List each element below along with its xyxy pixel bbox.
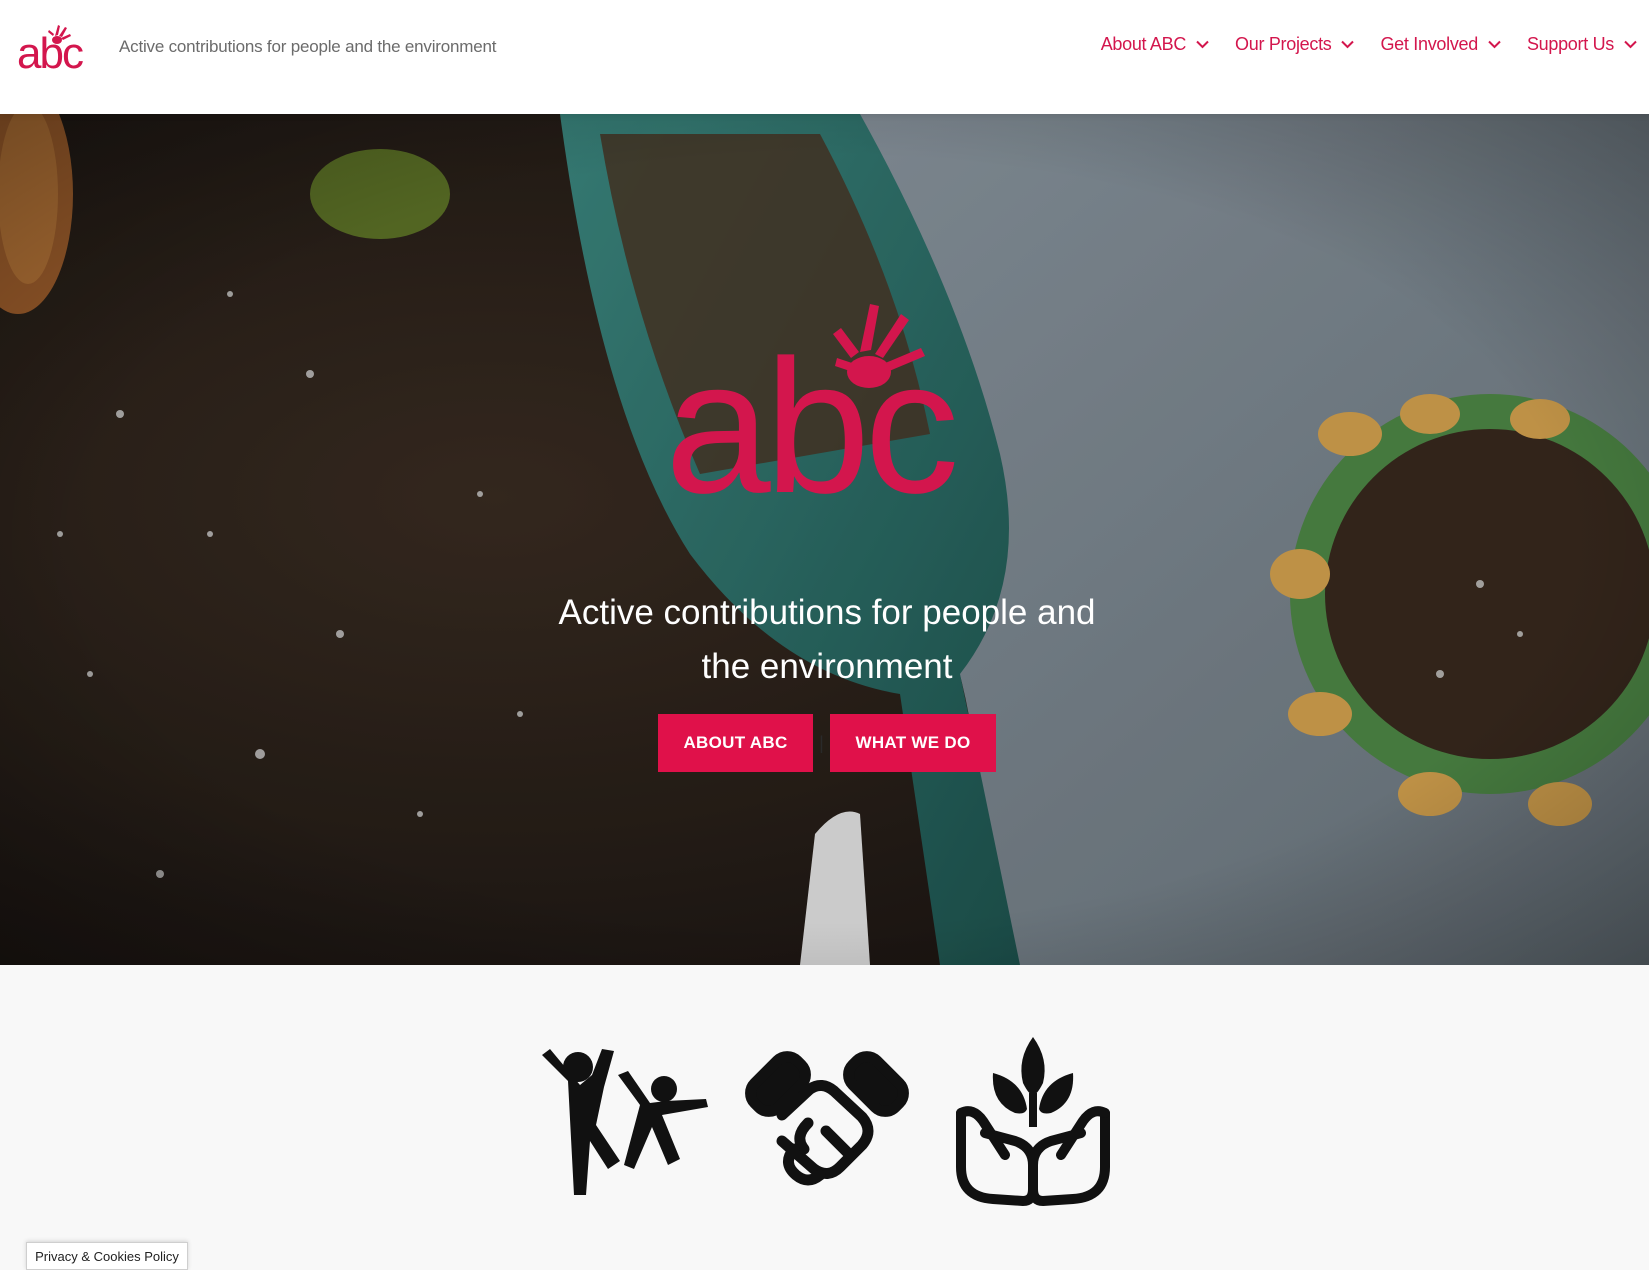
handshake-icon [745, 1051, 909, 1186]
hero-heading: Active contributions for people and the … [524, 586, 1130, 694]
nav-support-us[interactable]: Support Us [1527, 34, 1637, 55]
nav-label: Support Us [1526, 34, 1614, 54]
hero-buttons: About ABC | What we do [658, 714, 996, 772]
hero-section: abc Active contributions for people and … [0, 114, 1649, 965]
features-section [0, 965, 1649, 1270]
hero-background-image [0, 114, 1649, 965]
people-helping-icon [542, 1049, 708, 1195]
site-header: abc Active contributions for people and … [0, 0, 1649, 114]
hero-heading-line1: Active contributions for people and [558, 593, 1096, 632]
abc-logo[interactable]: abc [17, 22, 89, 72]
site-tagline: Active contributions for people and the … [119, 37, 497, 56]
chevron-down-icon [1488, 40, 1501, 49]
chevron-down-icon [1196, 40, 1209, 49]
nav-about-abc[interactable]: About ABC [1101, 34, 1209, 55]
privacy-cookies-link[interactable]: Privacy & Cookies Policy [26, 1242, 188, 1270]
main-nav: About ABC Our Projects Get Involved Supp… [1101, 34, 1637, 55]
hero-heading-line2: the environment [701, 647, 953, 686]
chevron-down-icon [1341, 40, 1355, 49]
nav-label: Our Projects [1235, 34, 1332, 54]
svg-text:abc: abc [17, 29, 83, 72]
what-we-do-button[interactable]: What we do [830, 714, 996, 772]
nav-label: About ABC [1100, 34, 1187, 54]
nav-our-projects[interactable]: Our Projects [1235, 34, 1355, 55]
nav-get-involved[interactable]: Get Involved [1380, 34, 1501, 55]
svg-text:abc: abc [665, 321, 954, 502]
hands-plant-icon [956, 1037, 1110, 1206]
about-abc-button[interactable]: About ABC [658, 714, 813, 772]
nav-label: Get Involved [1380, 34, 1478, 54]
chevron-down-icon [1624, 40, 1637, 49]
abc-hero-logo: abc [665, 304, 960, 502]
button-separator: | [819, 732, 824, 753]
